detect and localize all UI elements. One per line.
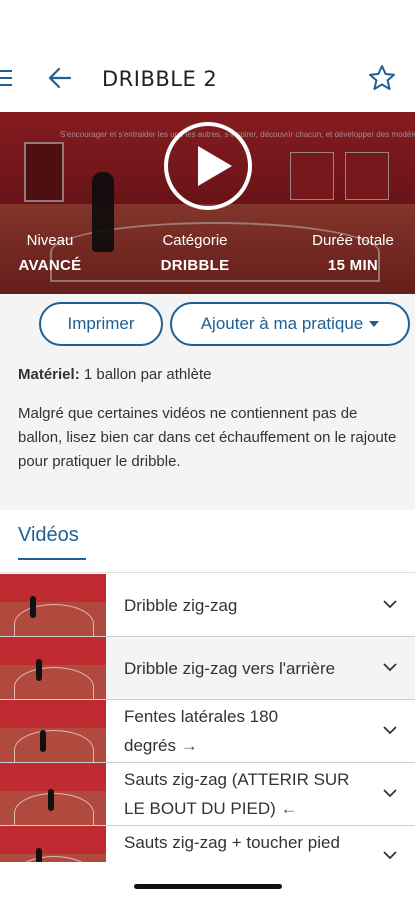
divider — [0, 572, 415, 573]
print-button[interactable]: Imprimer — [39, 302, 163, 346]
video-thumbnail — [0, 826, 106, 862]
videos-tab[interactable]: Vidéos — [18, 524, 79, 547]
description: Malgré que certaines vidéos ne contienne… — [18, 405, 397, 470]
chevron-down-icon[interactable] — [383, 599, 397, 609]
video-thumbnail — [0, 574, 106, 636]
details-panel: Imprimer Ajouter à ma pratique Matériel:… — [0, 294, 415, 510]
list-item[interactable]: Dribble zig-zag vers l'arrière — [0, 637, 415, 700]
videos-header: Vidéos — [0, 510, 415, 574]
stat-level: Niveau AVANCÉ — [14, 232, 86, 274]
material-line: Matériel: 1 ballon par athlète — [18, 366, 211, 383]
stat-category: Catégorie DRIBBLE — [145, 232, 245, 274]
video-thumbnail — [0, 700, 106, 762]
chevron-down-icon[interactable] — [383, 725, 397, 735]
chevron-down-icon[interactable] — [383, 788, 397, 798]
add-to-practice-button[interactable]: Ajouter à ma pratique — [170, 302, 410, 346]
video-hero[interactable]: S'encourager et s'entraider les uns les … — [0, 112, 415, 294]
material-label: Matériel: — [18, 366, 80, 383]
video-title: Dribble zig-zag vers l'arrière — [124, 659, 336, 678]
back-arrow-icon[interactable] — [46, 64, 74, 92]
video-title: Dribble zig-zag — [124, 596, 238, 615]
stat-level-value: AVANCÉ — [18, 257, 82, 274]
video-title-line2: degrés — [124, 736, 176, 755]
video-title: Sauts zig-zag + toucher pied — [124, 833, 340, 852]
video-title-line1: Fentes latérales 180 — [124, 707, 279, 726]
list-item[interactable]: Sauts zig-zag + toucher pied — [0, 826, 415, 862]
left-arrow-icon: ← — [280, 799, 298, 818]
stat-category-label: Catégorie — [162, 232, 228, 249]
page-title: DRIBBLE 2 — [102, 67, 218, 91]
stat-duration-value: 15 MIN — [327, 257, 379, 274]
video-thumbnail — [0, 763, 106, 825]
material-value: 1 ballon par athlète — [79, 366, 212, 383]
videos-tab-underline — [18, 558, 86, 560]
right-arrow-icon: → — [180, 736, 198, 755]
stat-duration-label: Durée totale — [312, 232, 394, 249]
list-item[interactable]: Fentes latérales 180 degrés → — [0, 700, 415, 763]
play-icon[interactable] — [164, 122, 252, 210]
stat-category-value: DRIBBLE — [160, 257, 230, 274]
list-item[interactable]: Sauts zig-zag (ATTERIR SUR LE BOUT DU PI… — [0, 763, 415, 826]
chevron-down-icon[interactable] — [383, 662, 397, 672]
stat-level-label: Niveau — [26, 232, 74, 249]
video-list: Dribble zig-zag Dribble zig-zag vers l'a… — [0, 574, 415, 862]
home-indicator — [134, 884, 282, 889]
caret-down-icon — [369, 321, 380, 327]
menu-icon[interactable] — [0, 70, 14, 88]
add-to-practice-label: Ajouter à ma pratique — [200, 314, 364, 333]
video-title-line2: LE BOUT DU PIED) — [124, 799, 276, 818]
video-title-line1: Sauts zig-zag (ATTERIR SUR — [124, 770, 350, 789]
video-title: Sauts zig-zag (ATTERIR SUR LE BOUT DU PI… — [124, 765, 374, 823]
print-button-label: Imprimer — [67, 314, 135, 333]
stat-duration: Durée totale 15 MIN — [300, 232, 406, 274]
video-title: Fentes latérales 180 degrés → — [124, 702, 374, 760]
video-thumbnail — [0, 637, 106, 699]
chevron-down-icon[interactable] — [383, 850, 397, 860]
star-icon[interactable] — [367, 63, 397, 93]
top-bar: DRIBBLE 2 — [0, 0, 415, 112]
list-item[interactable]: Dribble zig-zag — [0, 574, 415, 637]
